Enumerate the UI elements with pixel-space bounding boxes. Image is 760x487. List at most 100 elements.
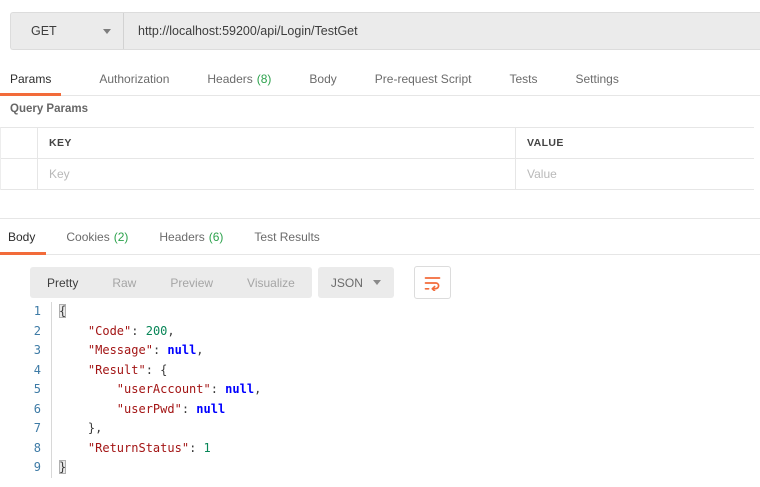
query-params-title: Query Params	[10, 103, 88, 115]
line-content: },	[52, 419, 102, 439]
tab-label: Params	[10, 72, 51, 86]
token-null: null	[225, 382, 254, 396]
tab-label: Headers	[159, 230, 204, 244]
token-punct: :	[153, 343, 167, 357]
line-content: "Code": 200,	[52, 322, 175, 342]
token-brace: {	[59, 304, 66, 318]
table-header-row: KEY VALUE	[1, 128, 754, 159]
line-number: 4	[0, 361, 52, 381]
url-bar: GET	[10, 12, 760, 50]
token-ws	[59, 382, 117, 396]
response-tabs: Body Cookies (2) Headers (6) Test Results	[0, 218, 760, 255]
token-punct: :	[182, 402, 196, 416]
token-ws	[59, 343, 88, 357]
response-tab-body[interactable]: Body	[0, 219, 46, 254]
tab-label: Body	[8, 230, 35, 244]
token-null: null	[167, 343, 196, 357]
code-line: 2 "Code": 200,	[0, 322, 760, 342]
tab-label: Test Results	[254, 230, 319, 244]
code-line: 5 "userAccount": null,	[0, 380, 760, 400]
token-punct: :	[189, 441, 203, 455]
key-cell	[38, 159, 516, 189]
line-content: "Result": {	[52, 361, 167, 381]
tab-label: Authorization	[99, 72, 169, 86]
view-mode-raw[interactable]: Raw	[95, 267, 153, 298]
code-line: 8 "ReturnStatus": 1	[0, 439, 760, 459]
line-content: }	[52, 458, 66, 478]
token-punct: ,	[254, 382, 261, 396]
token-brace: }	[59, 460, 66, 474]
tab-label: Headers	[207, 72, 252, 86]
response-tab-cookies[interactable]: Cookies (2)	[58, 219, 139, 254]
view-mode-visualize[interactable]: Visualize	[230, 267, 312, 298]
response-tab-test-results[interactable]: Test Results	[246, 219, 330, 254]
response-toolbar: PrettyRawPreviewVisualize JSON	[30, 266, 451, 299]
tab-label: Tests	[509, 72, 537, 86]
request-tab-headers[interactable]: Headers (8)	[197, 62, 281, 95]
request-tab-body[interactable]: Body	[299, 62, 346, 95]
code-line: 7 },	[0, 419, 760, 439]
token-ws	[59, 441, 88, 455]
format-label: JSON	[331, 276, 363, 290]
line-number: 5	[0, 380, 52, 400]
format-select[interactable]: JSON	[318, 267, 394, 298]
url-input[interactable]	[124, 13, 760, 49]
view-mode-switcher: PrettyRawPreviewVisualize	[30, 267, 312, 298]
line-content: "ReturnStatus": 1	[52, 439, 211, 459]
token-key: "userPwd"	[117, 402, 182, 416]
request-tab-authorization[interactable]: Authorization	[89, 62, 179, 95]
column-header-value: VALUE	[516, 128, 754, 158]
token-punct: :	[211, 382, 225, 396]
token-punct: ,	[167, 324, 174, 338]
tab-label: Settings	[576, 72, 619, 86]
line-number: 2	[0, 322, 52, 342]
line-number: 1	[0, 302, 52, 322]
code-line: 3 "Message": null,	[0, 341, 760, 361]
code-line: 1{	[0, 302, 760, 322]
line-number: 7	[0, 419, 52, 439]
token-key: "userAccount"	[117, 382, 211, 396]
token-punct: },	[88, 421, 102, 435]
token-null: null	[196, 402, 225, 416]
line-content: "userAccount": null,	[52, 380, 261, 400]
request-tab-settings[interactable]: Settings	[566, 62, 629, 95]
table-row	[1, 159, 754, 190]
token-num: 200	[146, 324, 168, 338]
value-cell	[516, 159, 754, 189]
tab-label: Body	[309, 72, 336, 86]
tab-count-badge: (8)	[257, 72, 272, 86]
token-key: "Result"	[88, 363, 146, 377]
token-punct: : {	[146, 363, 168, 377]
request-tab-tests[interactable]: Tests	[499, 62, 547, 95]
checkbox-column-header	[1, 128, 38, 158]
token-key: "ReturnStatus"	[88, 441, 189, 455]
view-mode-preview[interactable]: Preview	[153, 267, 230, 298]
response-tab-headers[interactable]: Headers (6)	[151, 219, 234, 254]
token-key: "Message"	[88, 343, 153, 357]
line-content: "userPwd": null	[52, 400, 225, 420]
tab-count-badge: (2)	[114, 230, 129, 244]
param-value-input[interactable]	[516, 167, 754, 181]
code-line: 9}	[0, 458, 760, 478]
method-label: GET	[31, 24, 57, 38]
request-tab-params[interactable]: Params	[0, 62, 61, 95]
tab-count-badge: (6)	[209, 230, 224, 244]
param-key-input[interactable]	[38, 167, 515, 181]
method-select[interactable]: GET	[11, 13, 124, 49]
token-ws	[59, 402, 117, 416]
request-tab-pre-request-script[interactable]: Pre-request Script	[365, 62, 482, 95]
wrap-text-button[interactable]	[414, 266, 451, 299]
tab-label: Cookies	[66, 230, 109, 244]
request-tabs: Params Authorization Headers (8) Body Pre-req…	[0, 62, 760, 96]
line-number: 8	[0, 439, 52, 459]
line-number: 9	[0, 458, 52, 478]
view-mode-pretty[interactable]: Pretty	[30, 267, 95, 298]
response-body-viewer: 1{2 "Code": 200,3 "Message": null,4 "Res…	[0, 302, 760, 478]
column-header-key: KEY	[38, 128, 516, 158]
chevron-down-icon	[373, 280, 381, 285]
code-line: 4 "Result": {	[0, 361, 760, 381]
token-ws	[59, 363, 88, 377]
postman-request-page: GET Params Authorization Headers (8) Body Pre…	[0, 0, 760, 487]
tab-label: Pre-request Script	[375, 72, 472, 86]
line-number: 3	[0, 341, 52, 361]
